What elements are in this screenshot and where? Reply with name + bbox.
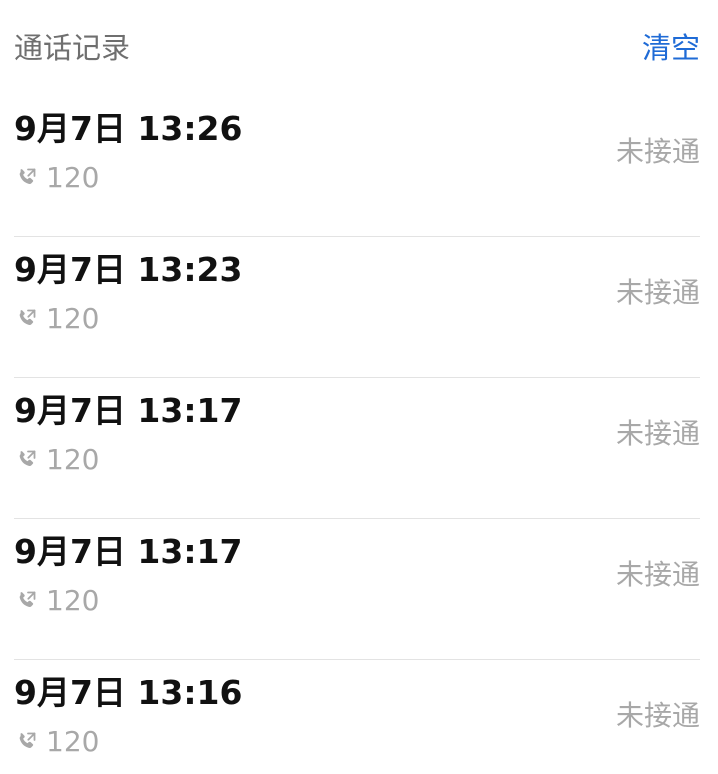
call-detail: 120 — [14, 160, 99, 196]
phone-number: 120 — [46, 161, 100, 194]
call-record-row[interactable]: 9月7日 13:26 120 未接通 — [0, 96, 718, 237]
phone-number: 120 — [46, 443, 100, 476]
page-title: 通话记录 — [14, 31, 131, 65]
outgoing-call-icon — [19, 732, 36, 748]
call-status: 未接通 — [615, 558, 700, 591]
phone-number: 120 — [46, 725, 100, 758]
call-time: 9月7日 13:23 — [14, 250, 243, 289]
call-log-screen: 通话记录 清空 9月7日 13:26 120 未接通 9月7日 13:23 12… — [0, 0, 718, 774]
call-detail: 120 — [14, 724, 99, 760]
call-detail: 120 — [14, 583, 99, 619]
call-status: 未接通 — [615, 135, 700, 168]
call-status: 未接通 — [615, 699, 700, 732]
phone-number: 120 — [46, 302, 100, 335]
call-time: 9月7日 13:26 — [14, 109, 243, 148]
call-detail: 120 — [14, 301, 99, 337]
call-record-list: 9月7日 13:26 120 未接通 9月7日 13:23 120 未接通 9月… — [0, 96, 718, 774]
call-time: 9月7日 13:17 — [14, 532, 243, 571]
outgoing-call-icon — [19, 450, 36, 466]
call-record-row[interactable]: 9月7日 13:17 120 未接通 — [0, 519, 718, 660]
call-status: 未接通 — [615, 417, 700, 450]
outgoing-call-icon — [19, 168, 36, 184]
call-time: 9月7日 13:16 — [14, 673, 243, 712]
call-detail: 120 — [14, 442, 99, 478]
header: 通话记录 清空 — [0, 0, 718, 96]
call-record-row[interactable]: 9月7日 13:16 120 未接通 — [0, 660, 718, 774]
clear-button[interactable]: 清空 — [642, 30, 700, 66]
outgoing-call-icon — [19, 591, 36, 607]
call-record-row[interactable]: 9月7日 13:23 120 未接通 — [0, 237, 718, 378]
call-status: 未接通 — [615, 276, 700, 309]
call-record-row[interactable]: 9月7日 13:17 120 未接通 — [0, 378, 718, 519]
phone-number: 120 — [46, 584, 100, 617]
call-time: 9月7日 13:17 — [14, 391, 243, 430]
outgoing-call-icon — [19, 309, 36, 325]
